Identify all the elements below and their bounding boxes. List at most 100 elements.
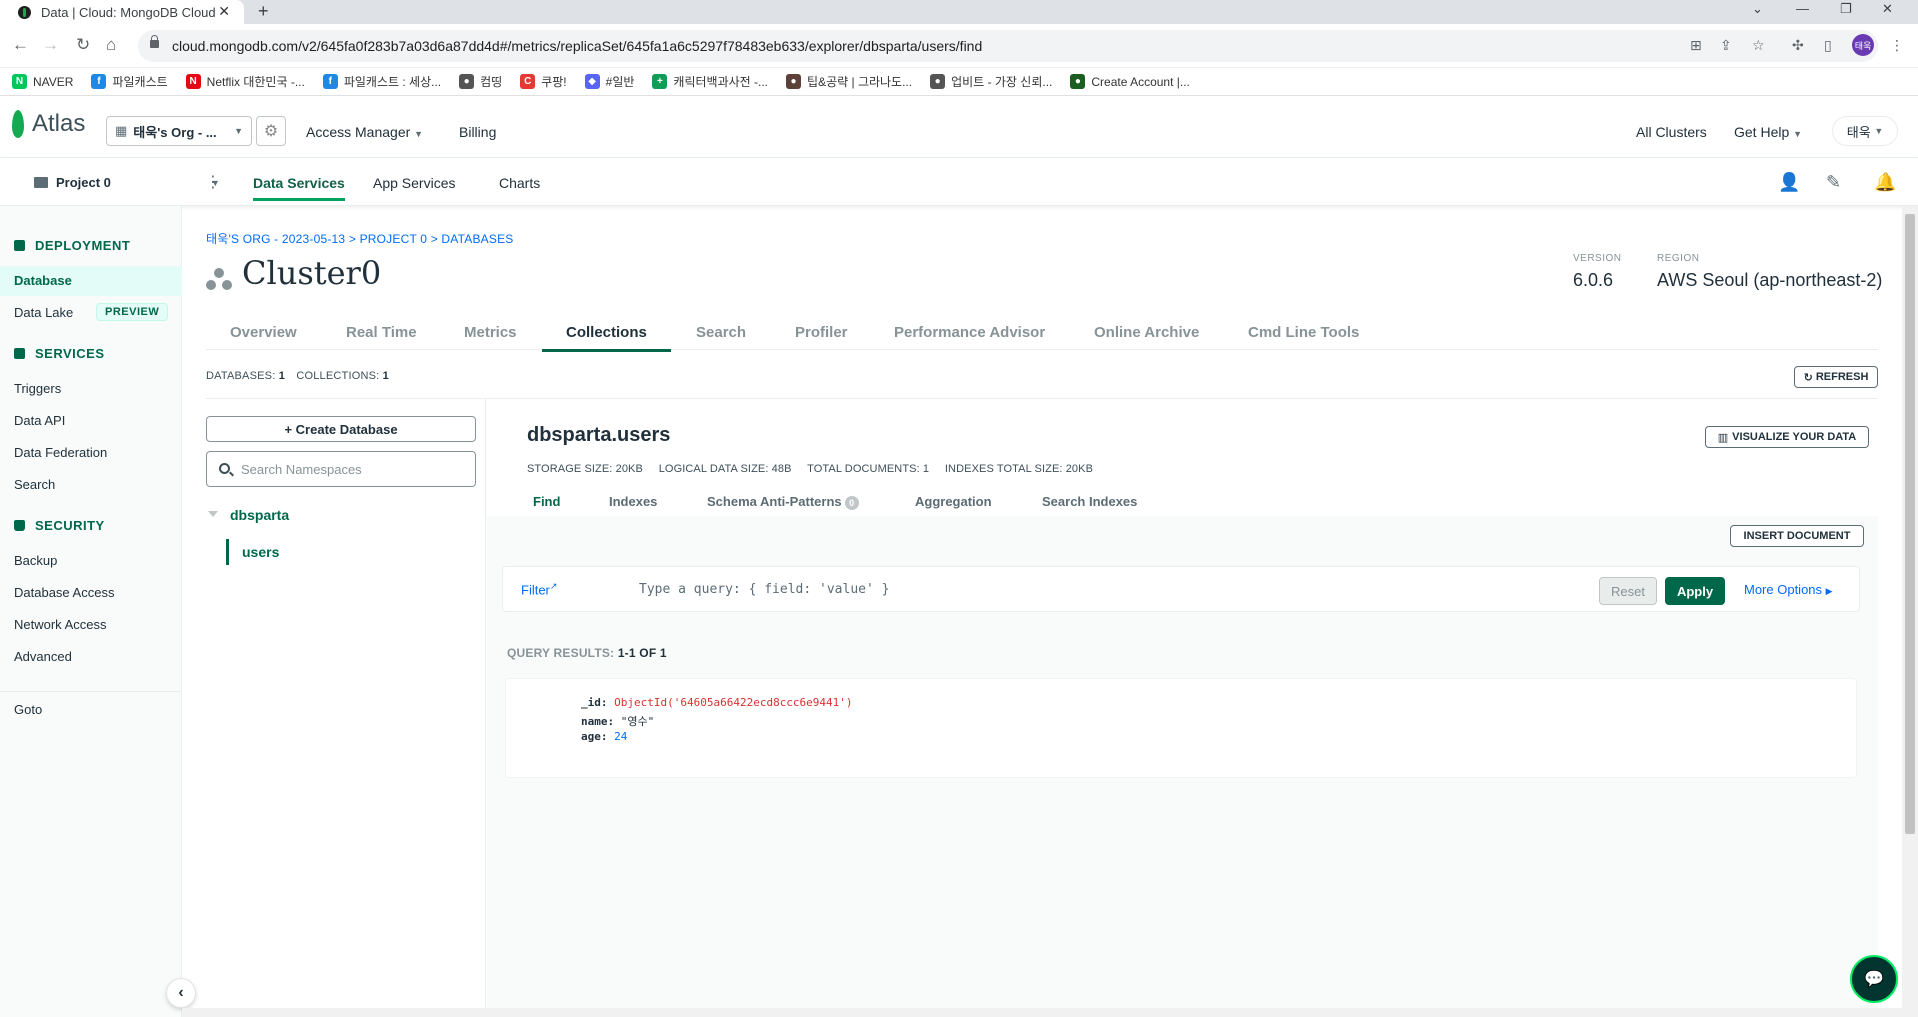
- access-manager-menu[interactable]: Access Manager ▼: [306, 124, 423, 140]
- document-card[interactable]: _id: ObjectId('64605a66422ecd8ccc6e9441'…: [505, 678, 1857, 778]
- breadcrumb[interactable]: 태욱'S ORG - 2023-05-13 > PROJECT 0 > DATA…: [206, 230, 513, 247]
- subtab-aggregation[interactable]: Aggregation: [915, 494, 992, 509]
- bookmark-item[interactable]: f 파일캐스트 : 세상...: [322, 73, 441, 90]
- tab-charts[interactable]: Charts: [499, 175, 540, 191]
- region-label: REGION: [1657, 253, 1700, 264]
- create-database-button[interactable]: + Create Database: [206, 416, 476, 442]
- profile-avatar[interactable]: 태욱: [1852, 34, 1874, 56]
- user-menu[interactable]: 태욱 ▼: [1832, 116, 1898, 146]
- sidebar-item-database-access[interactable]: Database Access: [14, 585, 114, 600]
- bookmark-favicon-icon: C: [520, 74, 536, 89]
- tab-performance-advisor[interactable]: Performance Advisor: [894, 324, 1045, 341]
- side-panel-icon[interactable]: ▯: [1824, 37, 1832, 54]
- subtab-search-indexes[interactable]: Search Indexes: [1042, 494, 1137, 509]
- filter-link[interactable]: Filter↗: [521, 581, 557, 597]
- url-bar[interactable]: cloud.mongodb.com/v2/645fa0f283b7a03d6a8…: [138, 30, 1878, 62]
- vertical-scrollbar[interactable]: [1902, 206, 1918, 1017]
- all-clusters-link[interactable]: All Clusters: [1636, 124, 1707, 140]
- sidebar-item-backup[interactable]: Backup: [14, 553, 57, 568]
- sidebar-item-search[interactable]: Search: [14, 477, 55, 492]
- collapse-caret-icon[interactable]: [208, 511, 218, 517]
- back-icon[interactable]: ←: [12, 35, 29, 55]
- tab-overview[interactable]: Overview: [230, 324, 297, 341]
- tab-collections[interactable]: Collections: [542, 324, 671, 352]
- bookmark-item[interactable]: ● Create Account |...: [1070, 74, 1190, 89]
- bookmark-favicon-icon: N: [12, 74, 27, 89]
- apply-button[interactable]: Apply: [1665, 577, 1725, 605]
- user-name: 태욱: [1846, 124, 1871, 140]
- project-selector[interactable]: Project 0 ▼: [34, 175, 220, 190]
- subtab-schema-anti-patterns[interactable]: Schema Anti-Patterns 0: [707, 494, 859, 510]
- more-options-toggle[interactable]: More Options ▶: [1744, 582, 1833, 597]
- reset-button[interactable]: Reset: [1599, 577, 1657, 605]
- query-input[interactable]: Type a query: { field: 'value' }: [639, 582, 889, 597]
- tab-cmd-line-tools[interactable]: Cmd Line Tools: [1248, 324, 1359, 341]
- translate-icon[interactable]: ⊞: [1690, 37, 1702, 54]
- extensions-icon[interactable]: ✣: [1792, 37, 1804, 54]
- database-item[interactable]: dbsparta: [230, 507, 289, 523]
- insert-document-button[interactable]: INSERT DOCUMENT: [1730, 525, 1864, 547]
- sidebar-item-triggers[interactable]: Triggers: [14, 381, 61, 396]
- tab-metrics[interactable]: Metrics: [464, 324, 517, 341]
- services-label: SERVICES: [35, 346, 105, 361]
- project-kebab-icon[interactable]: ⋮: [205, 172, 221, 192]
- restore-icon[interactable]: ❐: [1840, 1, 1852, 17]
- search-namespaces-input[interactable]: Search Namespaces: [206, 451, 476, 487]
- notifications-bell-icon[interactable]: 🔔: [1874, 172, 1896, 193]
- scroll-thumb[interactable]: [1905, 214, 1915, 834]
- share-icon[interactable]: ⇪: [1720, 37, 1732, 54]
- subtab-find[interactable]: Find: [533, 494, 560, 509]
- deployment-section-header: DEPLOYMENT: [14, 238, 130, 253]
- horizontal-scrollbar[interactable]: [182, 1008, 1902, 1017]
- bookmark-star-icon[interactable]: ☆: [1752, 37, 1765, 54]
- tab-online-archive[interactable]: Online Archive: [1094, 324, 1199, 341]
- invite-user-icon[interactable]: 👤: [1778, 172, 1800, 193]
- bookmark-item[interactable]: C 쿠팡!: [520, 73, 567, 90]
- bookmark-item[interactable]: ● 팁&공략 | 그라나도...: [786, 73, 912, 90]
- bookmark-item[interactable]: ● 컴띵: [459, 73, 502, 90]
- sidebar-item-data-api[interactable]: Data API: [14, 413, 65, 428]
- minimize-icon[interactable]: —: [1796, 1, 1809, 16]
- billing-link[interactable]: Billing: [459, 124, 496, 140]
- reload-icon[interactable]: ↻: [76, 35, 90, 55]
- home-icon[interactable]: ⌂: [106, 35, 116, 55]
- sidebar-item-goto[interactable]: Goto: [14, 702, 42, 717]
- tab-profiler[interactable]: Profiler: [795, 324, 848, 341]
- tab-search-chevron-icon[interactable]: ⌄: [1752, 1, 1763, 17]
- browser-tab[interactable]: Data | Cloud: MongoDB Cloud ✕: [0, 0, 244, 24]
- bookmark-item[interactable]: f 파일캐스트: [91, 73, 168, 90]
- sidebar-divider: [0, 691, 182, 692]
- sidebar-item-advanced[interactable]: Advanced: [14, 649, 72, 664]
- collapse-sidebar-chevron-icon[interactable]: ‹: [166, 978, 196, 1008]
- sidebar-item-database[interactable]: Database: [0, 266, 182, 296]
- tab-app-services[interactable]: App Services: [373, 175, 455, 191]
- bookmark-item[interactable]: + 캐릭터백과사전 -...: [652, 73, 768, 90]
- tab-data-services[interactable]: Data Services: [253, 175, 345, 201]
- chat-support-icon[interactable]: 💬: [1850, 955, 1898, 1003]
- tab-real-time[interactable]: Real Time: [346, 324, 417, 341]
- bookmark-item[interactable]: N NAVER: [12, 74, 73, 89]
- bookmark-item[interactable]: N Netflix 대한민국 -...: [185, 73, 305, 90]
- subtab-indexes[interactable]: Indexes: [609, 494, 657, 509]
- close-tab-icon[interactable]: ✕: [218, 3, 230, 20]
- org-settings-gear-icon[interactable]: ⚙: [256, 116, 286, 146]
- browser-menu-icon[interactable]: ⋮: [1890, 37, 1904, 54]
- collections-count: 1: [382, 370, 389, 382]
- close-window-icon[interactable]: ✕: [1882, 1, 1893, 17]
- tab-search[interactable]: Search: [696, 324, 746, 341]
- new-tab-icon[interactable]: +: [258, 1, 269, 22]
- org-selector[interactable]: ▦ 태욱's Org - ... ▼: [106, 116, 252, 146]
- chevron-down-icon: ▼: [1874, 126, 1884, 136]
- sidebar-item-data-federation[interactable]: Data Federation: [14, 445, 107, 460]
- bookmark-item[interactable]: ● 업비트 - 가장 신뢰...: [930, 73, 1052, 90]
- refresh-button[interactable]: ↻ REFRESH: [1794, 366, 1878, 388]
- get-help-menu[interactable]: Get Help ▼: [1734, 124, 1802, 140]
- activity-feed-icon[interactable]: ✎: [1826, 172, 1841, 193]
- bookmark-item[interactable]: ◆ #일반: [584, 73, 634, 90]
- visualize-data-button[interactable]: ▥ VISUALIZE YOUR DATA: [1705, 426, 1869, 448]
- sidebar-item-network-access[interactable]: Network Access: [14, 617, 106, 632]
- sidebar-item-data-lake[interactable]: Data Lake: [14, 305, 73, 320]
- collection-item[interactable]: users: [242, 544, 279, 560]
- atlas-logo[interactable]: Atlas: [12, 110, 85, 138]
- forward-icon[interactable]: →: [42, 35, 59, 55]
